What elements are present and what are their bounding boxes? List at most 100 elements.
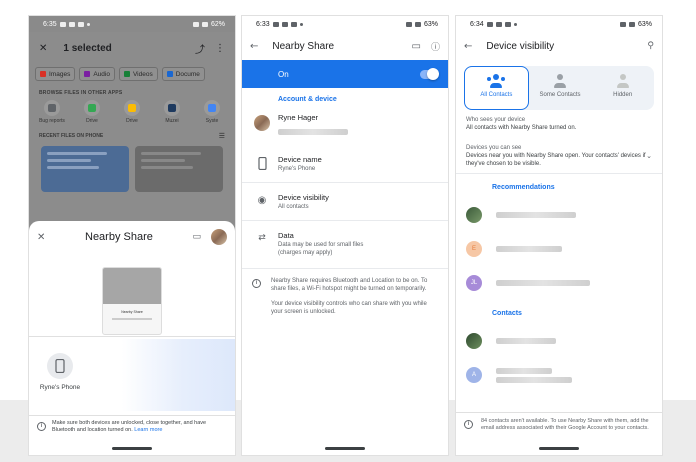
app-system[interactable]: Syste (197, 100, 227, 124)
account-row[interactable]: Ryne Hager (242, 108, 448, 145)
sheet-note: i Make sure both devices are unlocked, c… (29, 415, 235, 443)
app-bar: ← Nearby Share ▭ ⓘ (242, 32, 448, 60)
dot-icon (299, 22, 303, 26)
hidden-person-icon (614, 74, 632, 88)
app-shortcuts: Bug reports Drive Drive Muzei Syste (29, 100, 235, 124)
device-visibility-row[interactable]: ◉ Device visibility All contacts (242, 183, 448, 221)
feedback-icon[interactable]: ▭ (412, 41, 421, 52)
chip-images[interactable]: Images (35, 67, 76, 81)
gesture-bar[interactable] (456, 441, 662, 455)
more-vert-icon[interactable]: ⋮ (215, 43, 225, 54)
app-muzei[interactable]: Muzei (157, 100, 187, 124)
app-bug-reports[interactable]: Bug reports (37, 100, 67, 124)
contact-row[interactable]: JL (456, 266, 662, 300)
info-icon: i (37, 422, 46, 431)
sheet-title: Nearby Share (85, 231, 153, 243)
data-icon: ⇄ (258, 233, 266, 243)
account-name: Ryne Hager (278, 113, 319, 122)
notification-icon (77, 21, 84, 27)
devices-value: Devices near you with Nearby Share open.… (466, 153, 646, 168)
selection-title: 1 selected (63, 42, 112, 54)
signal-icon (201, 21, 208, 27)
nearby-share-switch[interactable] (420, 67, 439, 80)
data-label: Data (278, 231, 294, 240)
recent-files (29, 144, 235, 194)
phone-icon (257, 157, 267, 170)
category-chips: Images Audio Videos Docume (29, 64, 235, 84)
status-bar: 6:35 62% (29, 16, 235, 32)
gesture-bar[interactable] (29, 441, 235, 455)
sheet-header: ✕ Nearby Share ▭ (29, 221, 235, 253)
option-hidden[interactable]: Hidden (591, 66, 654, 110)
people-icon (551, 74, 569, 88)
back-arrow-icon[interactable]: ← (250, 41, 258, 52)
visibility-value: All contacts (278, 204, 309, 210)
devices-you-see-block[interactable]: Devices you can see Devices near you wit… (456, 138, 662, 175)
battery-percent: 62% (210, 20, 225, 28)
info-block: i Nearby Share requires Bluetooth and Lo… (242, 269, 448, 325)
back-arrow-icon[interactable]: ← (464, 41, 472, 52)
search-icon[interactable]: ⚲ (647, 41, 654, 51)
avatar: A (466, 367, 482, 384)
contact-row[interactable] (456, 324, 662, 358)
music-icon (84, 71, 91, 77)
muzei-icon (168, 104, 176, 112)
feedback-icon[interactable]: ▭ (192, 232, 201, 242)
app-drive-2[interactable]: Drive (117, 100, 147, 124)
phone-device-visibility: 6:34 63% ← Device visibility ⚲ All Conta… (455, 15, 663, 456)
recent-file-card[interactable] (135, 146, 223, 192)
app-drive[interactable]: Drive (77, 100, 107, 124)
eye-icon: ◉ (257, 195, 267, 206)
info-text-2: Your device visibility controls who can … (271, 300, 427, 316)
close-icon[interactable]: ✕ (37, 232, 45, 243)
chevron-down-icon[interactable]: ⌄ (646, 152, 652, 161)
option-some-contacts[interactable]: Some Contacts (529, 66, 592, 110)
option-all-contacts[interactable]: All Contacts (464, 66, 529, 110)
nearby-device[interactable]: Ryne's Phone (39, 353, 81, 391)
data-row[interactable]: ⇄ Data Data may be used for small files … (242, 221, 448, 269)
preview-title: Nearby Share (121, 310, 143, 314)
visibility-label: Device visibility (278, 193, 329, 202)
phone-files-nearby-share: 6:35 62% ✕ 1 selected ⤴ ⋮ Images Audio V… (28, 15, 236, 456)
avatar (466, 333, 482, 350)
recommendations-title: Recommendations (492, 184, 555, 192)
system-icon (208, 104, 216, 112)
devices-label: Devices you can see (466, 145, 522, 152)
notification-icon (504, 21, 511, 27)
help-icon[interactable]: ⓘ (431, 40, 440, 53)
page-title: Nearby Share (272, 40, 335, 52)
chip-audio[interactable]: Audio (79, 67, 115, 81)
unavailable-contacts-note: i 84 contacts aren't available. To use N… (456, 412, 662, 444)
info-text-1: Nearby Share requires Bluetooth and Loca… (271, 278, 428, 293)
video-icon (123, 71, 130, 77)
dot-icon (513, 22, 517, 26)
chip-videos[interactable]: Videos (118, 67, 158, 81)
battery-percent: 63% (637, 20, 652, 28)
device-name-row[interactable]: Device name Ryne's Phone (242, 145, 448, 183)
gesture-bar[interactable] (242, 441, 448, 455)
avatar[interactable] (211, 229, 227, 245)
contact-row[interactable] (456, 198, 662, 232)
nearby-share-toggle-row[interactable]: On (242, 60, 448, 88)
notification-icon (486, 21, 493, 27)
toggle-label: On (278, 69, 289, 79)
avatar: E (466, 241, 482, 258)
battery-percent: 63% (423, 20, 438, 28)
learn-more-link[interactable]: Learn more (134, 427, 162, 433)
chip-documents[interactable]: Docume (161, 67, 205, 81)
notification-icon (281, 21, 288, 27)
wifi-icon (405, 21, 412, 27)
page-title: Device visibility (486, 40, 555, 52)
close-icon[interactable]: ✕ (39, 43, 47, 54)
device-name-label: Device name (278, 155, 322, 164)
share-icon[interactable]: ⤴ (195, 41, 205, 56)
image-icon (40, 71, 46, 77)
avatar (254, 115, 270, 131)
list-view-icon[interactable]: ☰ (219, 132, 225, 140)
recent-file-card[interactable] (41, 146, 129, 192)
notification-icon (272, 21, 279, 27)
contact-row[interactable]: E (456, 232, 662, 266)
recent-header-row: RECENT FILES ON PHONE ☰ (39, 132, 225, 140)
drive-icon (128, 104, 136, 112)
contact-row[interactable]: A (456, 358, 662, 392)
